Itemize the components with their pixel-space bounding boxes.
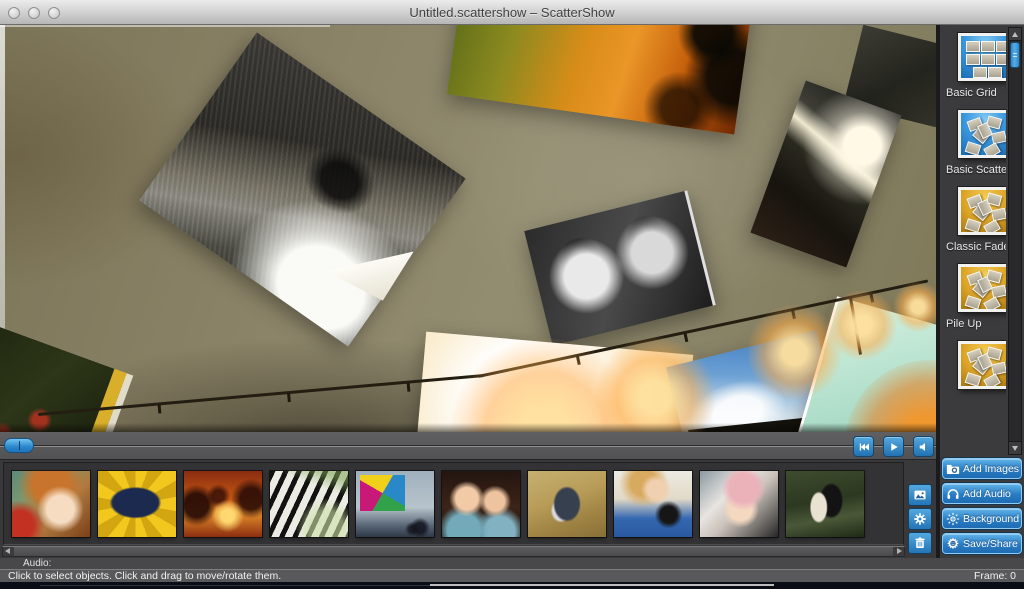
mini-photo: [996, 41, 1006, 52]
timeline-slider[interactable]: [4, 438, 34, 453]
mini-photo: [988, 67, 1002, 78]
scrollbar-thumb[interactable]: [1010, 42, 1020, 68]
button-label: Save/Share: [963, 538, 1018, 550]
speaker-icon: [918, 441, 930, 453]
gear-icon: [913, 512, 927, 526]
template-thumbnail[interactable]: [958, 110, 1006, 158]
scroll-up-arrow-icon[interactable]: [1009, 28, 1021, 41]
template-pile-up[interactable]: Pile Up: [946, 264, 1006, 330]
hint-text: Click to select objects. Click and drag …: [8, 570, 281, 582]
couple-in-grass-thumbnail[interactable]: [528, 471, 606, 537]
headphones-icon: [946, 487, 960, 501]
add-audio-button[interactable]: Add Audio: [942, 483, 1022, 504]
glowing-white-photo[interactable]: [415, 332, 693, 432]
mini-photo: [973, 67, 987, 78]
canvas-bottom-shadow: [0, 423, 936, 432]
yellow-border-photo[interactable]: [0, 321, 127, 432]
sunburst-dark-photo[interactable]: [750, 80, 901, 267]
template-thumbnail[interactable]: [958, 187, 1006, 235]
template-thumbnail[interactable]: [958, 264, 1006, 312]
camera-icon: [946, 462, 960, 476]
mini-photo: [983, 296, 1001, 312]
template-label: Classic Fade: [946, 241, 1006, 253]
template-thumbnail[interactable]: [958, 33, 1006, 81]
status-bar: Audio: Click to select objects. Click an…: [0, 558, 1024, 582]
audio-status: Audio:: [0, 558, 1024, 569]
skip-start-icon: [858, 441, 870, 453]
toddler-portrait-thumbnail[interactable]: [12, 471, 90, 537]
scroll-down-arrow-icon[interactable]: [1009, 441, 1021, 454]
right-panel: Basic Grid Basic Scatter Classic Fade Pile …: [940, 25, 1024, 558]
desktop-strip: [0, 582, 1024, 589]
template-scrollbar[interactable]: [1008, 27, 1022, 455]
scroll-right-arrow-icon[interactable]: [893, 547, 904, 556]
sunset-party-thumbnail[interactable]: [184, 471, 262, 537]
mini-photo: [965, 372, 982, 387]
frame-counter: Frame: 0: [974, 570, 1016, 582]
mini-photo: [981, 54, 995, 65]
woman-with-camera-thumbnail[interactable]: [614, 471, 692, 537]
template-classic-fade[interactable]: Classic Fade: [946, 187, 1006, 253]
template-thumbnail[interactable]: [958, 341, 1006, 389]
scroll-left-arrow-icon[interactable]: [3, 547, 14, 556]
template-basic-grid[interactable]: Basic Grid: [946, 33, 1006, 99]
play-button[interactable]: [883, 436, 904, 457]
two-women-thumbnail[interactable]: [442, 471, 520, 537]
mini-photo: [965, 141, 982, 156]
speaker-button[interactable]: [913, 436, 934, 457]
filmstrip-scrollbar[interactable]: [2, 546, 905, 557]
canvas-top-edge: [0, 25, 330, 27]
mini-photo: [981, 41, 995, 52]
template-list: Basic Grid Basic Scatter Classic Fade Pile …: [940, 25, 1006, 455]
mini-photo: [965, 295, 982, 310]
template-basic-scatter[interactable]: Basic Scatter: [946, 110, 1006, 176]
bw-sunglasses-couple-photo[interactable]: [524, 190, 716, 345]
sunflower-butterfly-thumbnail[interactable]: [98, 471, 176, 537]
mini-photo: [996, 54, 1006, 65]
template-label: Pile Up: [946, 318, 1006, 330]
wedding-kiss-thumbnail[interactable]: [786, 471, 864, 537]
button-label: Background: [963, 513, 1019, 525]
add-images-button[interactable]: Add Images: [942, 458, 1022, 479]
action-button-panel: Add Images Add Audio Background Save/Share: [940, 458, 1024, 558]
trash-icon: [913, 536, 927, 550]
sun-icon: [946, 512, 960, 526]
button-label: Add Audio: [963, 488, 1011, 500]
timeline: [0, 432, 936, 460]
delete-button[interactable]: [908, 532, 932, 554]
mini-photo: [965, 218, 982, 233]
titlebar: Untitled.scattershow – ScatterShow: [0, 0, 1024, 25]
filmstrip-panel: [3, 462, 904, 545]
burst-icon: [946, 537, 960, 551]
skip-to-start-button[interactable]: [853, 436, 874, 457]
window-title: Untitled.scattershow – ScatterShow: [0, 0, 1024, 25]
fit-images-button[interactable]: [908, 484, 932, 506]
template-partial[interactable]: [946, 341, 1006, 389]
filmstrip: [0, 460, 936, 558]
image-icon: [913, 488, 927, 502]
save-share-button[interactable]: Save/Share: [942, 533, 1022, 554]
timeline-track[interactable]: [0, 445, 936, 447]
mini-photo: [966, 54, 980, 65]
bw-fishing-photo[interactable]: [139, 32, 465, 346]
mini-photo: [966, 41, 980, 52]
filmstrip-tools: [908, 484, 934, 556]
autumn-path-photo[interactable]: [447, 25, 753, 135]
settings-button[interactable]: [908, 508, 932, 530]
zebra-thumbnail[interactable]: [270, 471, 348, 537]
mini-photo: [983, 142, 1001, 158]
template-label: Basic Grid: [946, 87, 1006, 99]
template-label: Basic Scatter: [946, 164, 1006, 176]
play-icon: [888, 441, 900, 453]
mini-photo: [983, 373, 1001, 389]
beach-kite-thumbnail[interactable]: [356, 471, 434, 537]
background-button[interactable]: Background: [942, 508, 1022, 529]
preview-canvas[interactable]: [0, 25, 936, 432]
mini-photo: [983, 219, 1001, 235]
baby-pink-hat-thumbnail[interactable]: [700, 471, 778, 537]
scattershow-window: Untitled.scattershow – ScatterShow: [0, 0, 1024, 589]
button-label: Add Images: [963, 463, 1019, 475]
